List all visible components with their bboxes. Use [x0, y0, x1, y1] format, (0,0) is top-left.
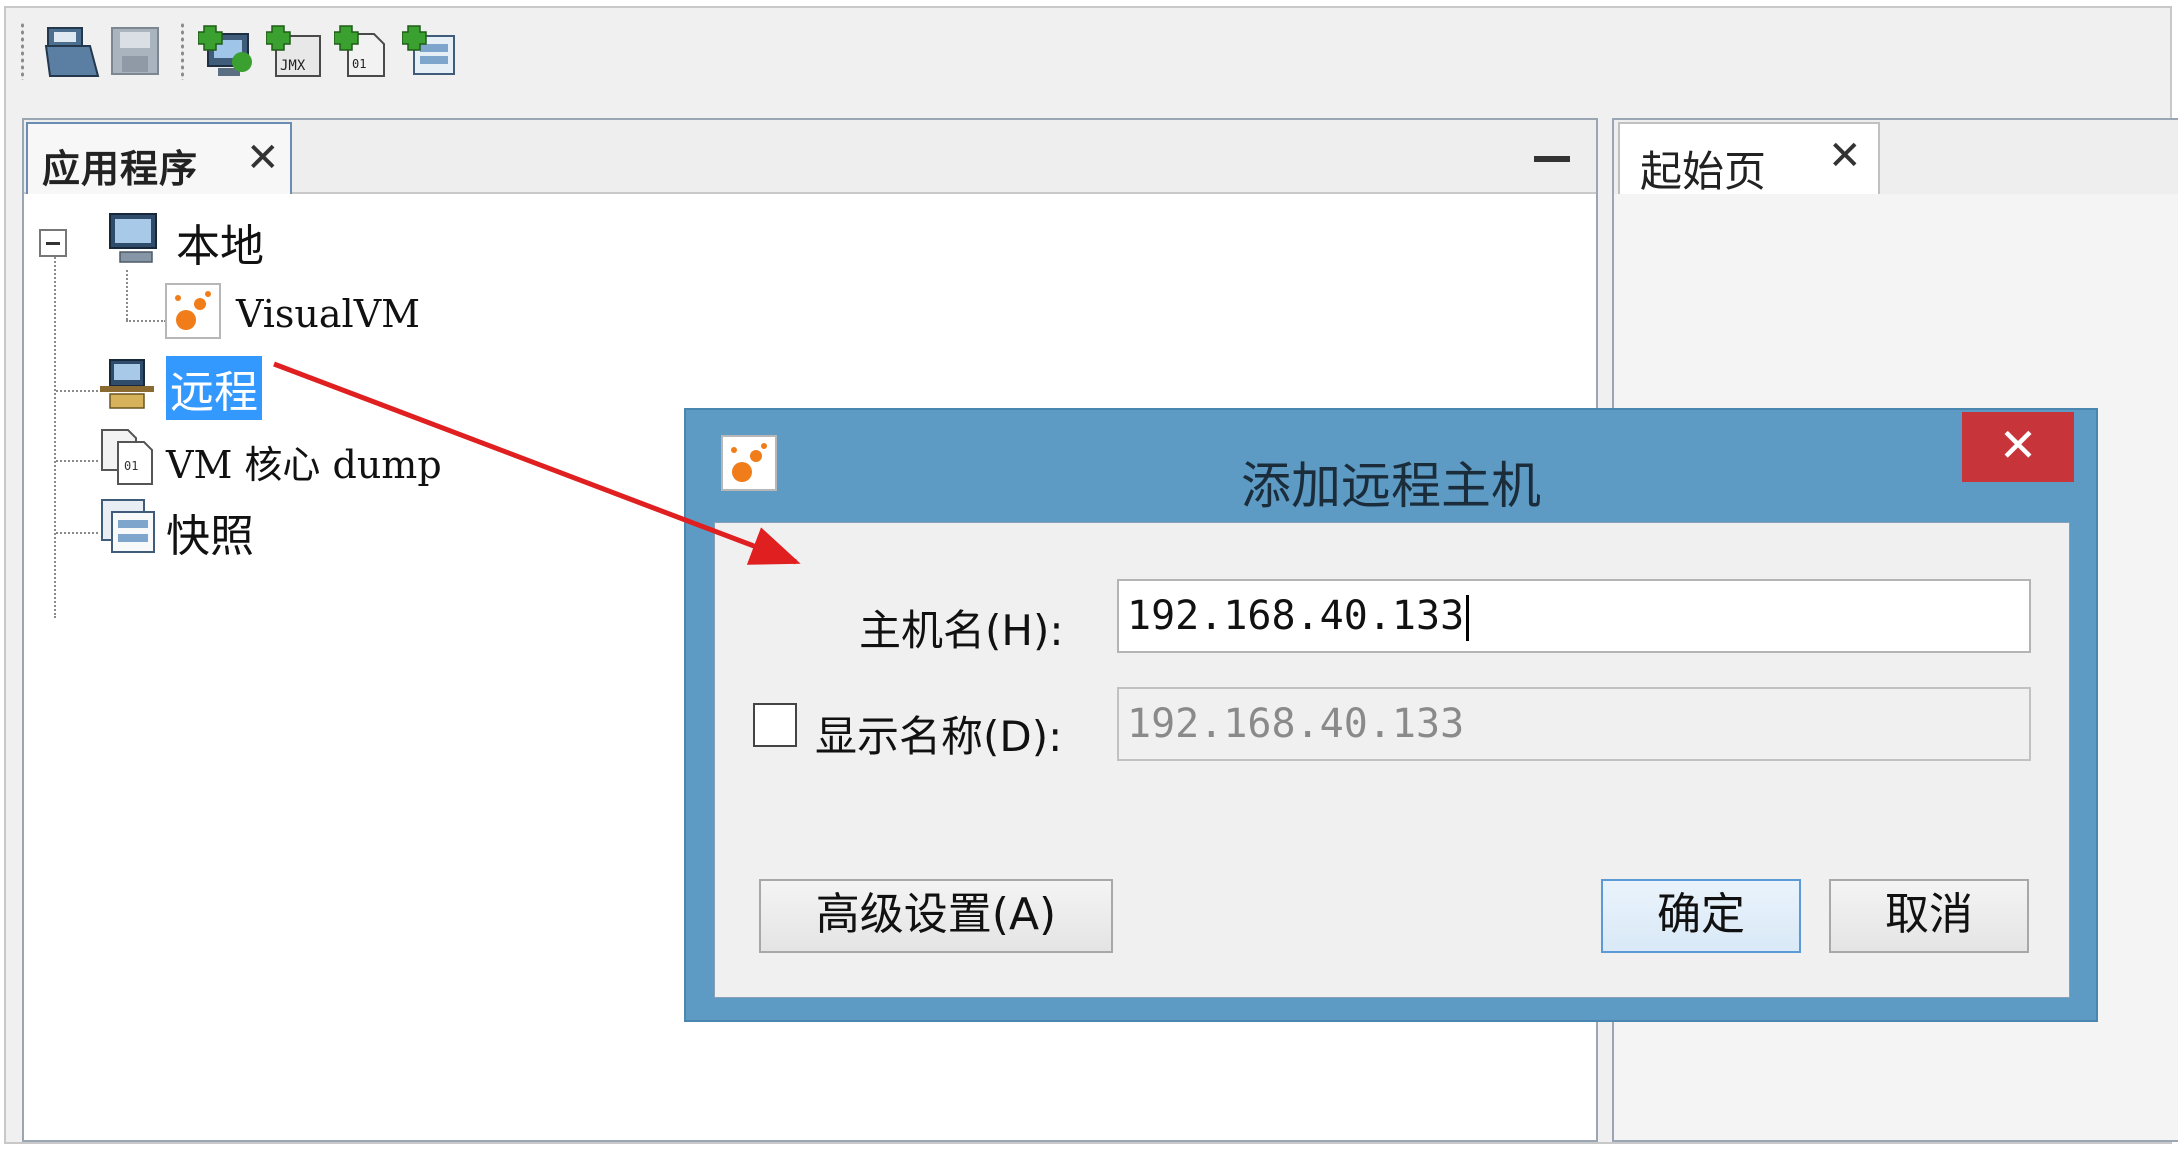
tree-connector — [126, 270, 128, 320]
svg-text:01: 01 — [124, 459, 138, 473]
svg-text:JMX: JMX — [280, 58, 306, 74]
close-icon[interactable]: ✕ — [246, 138, 280, 178]
tree-connector — [56, 390, 98, 392]
dialog-close-button[interactable]: ✕ — [1962, 412, 2074, 482]
add-host-icon[interactable] — [198, 22, 260, 82]
add-jmx-connection-icon[interactable]: JMX — [266, 22, 328, 82]
hostname-value: 192.168.40.133 — [1127, 593, 1465, 639]
hostname-field[interactable]: 192.168.40.133 — [1117, 579, 2031, 653]
tab-applications[interactable]: 应用程序 ✕ — [26, 122, 292, 194]
tree-connector — [126, 320, 166, 322]
tree-item-local[interactable]: 本地 — [34, 206, 434, 272]
tree-connector — [54, 238, 56, 618]
tab-start-page[interactable]: 起始页 ✕ — [1618, 122, 1880, 196]
dialog-title: 添加远程主机 — [1241, 457, 1541, 515]
computer-icon — [109, 213, 157, 263]
visualvm-app-icon — [165, 283, 221, 339]
svg-text:01: 01 — [352, 57, 366, 71]
advanced-settings-button[interactable]: 高级设置(A) — [759, 879, 1113, 953]
add-vm-coredump-icon[interactable]: 01 — [334, 22, 396, 82]
display-name-label: 显示名称(D): — [815, 712, 1063, 761]
applications-tabbar: 应用程序 ✕ — [24, 120, 1596, 194]
tree-label-visualvm: VisualVM — [236, 292, 421, 336]
add-remote-host-dialog: 添加远程主机 ✕ 主机名(H): 192.168.40.133 显示名称(D):… — [684, 408, 2098, 1022]
hostname-label: 主机名(H): — [859, 606, 1064, 655]
coredump-icon: 01 — [101, 429, 153, 485]
open-folder-icon[interactable] — [42, 22, 104, 82]
tab-start-page-label: 起始页 — [1640, 147, 1767, 196]
collapse-icon[interactable] — [38, 228, 68, 258]
display-name-value: 192.168.40.133 — [1127, 701, 1465, 747]
ok-button[interactable]: 确定 — [1601, 879, 1801, 953]
toolbar-grip[interactable] — [20, 22, 25, 80]
tree-item-visualvm[interactable]: VisualVM — [164, 282, 564, 346]
tab-applications-label: 应用程序 — [42, 147, 199, 191]
application-window: JMX 01 应用程序 ✕ 本地 VisualVM 远程 01 VM 核心 du… — [4, 6, 2178, 1144]
minimize-icon[interactable] — [1534, 156, 1570, 162]
tree-item-vm-coredump[interactable]: 01 VM 核心 dump — [98, 424, 598, 488]
save-icon[interactable] — [106, 22, 168, 82]
tree-connector — [56, 460, 98, 462]
tree-label-remote: 远程 — [166, 356, 262, 420]
tree-item-snapshots[interactable]: 快照 — [98, 494, 498, 562]
display-name-field[interactable]: 192.168.40.133 — [1117, 687, 2031, 761]
tree-label-vm-coredump: VM 核心 dump — [166, 443, 442, 487]
toolbar-separator — [180, 22, 185, 80]
text-caret — [1466, 595, 1470, 641]
tree-item-remote[interactable]: 远程 — [98, 354, 498, 420]
tree-connector — [56, 532, 98, 534]
toolbar: JMX 01 — [20, 16, 620, 86]
display-name-checkbox[interactable] — [753, 703, 797, 747]
tree-label-snapshots: 快照 — [166, 511, 254, 562]
remote-host-icon — [100, 359, 154, 409]
dialog-body: 主机名(H): 192.168.40.133 显示名称(D): 192.168.… — [714, 522, 2070, 998]
tree-label-local: 本地 — [176, 221, 264, 272]
cancel-button[interactable]: 取消 — [1829, 879, 2029, 953]
close-icon[interactable]: ✕ — [1828, 136, 1862, 176]
add-snapshot-icon[interactable] — [402, 22, 464, 82]
start-page-tabbar: 起始页 ✕ — [1614, 120, 2178, 196]
snapshots-icon — [101, 499, 155, 553]
